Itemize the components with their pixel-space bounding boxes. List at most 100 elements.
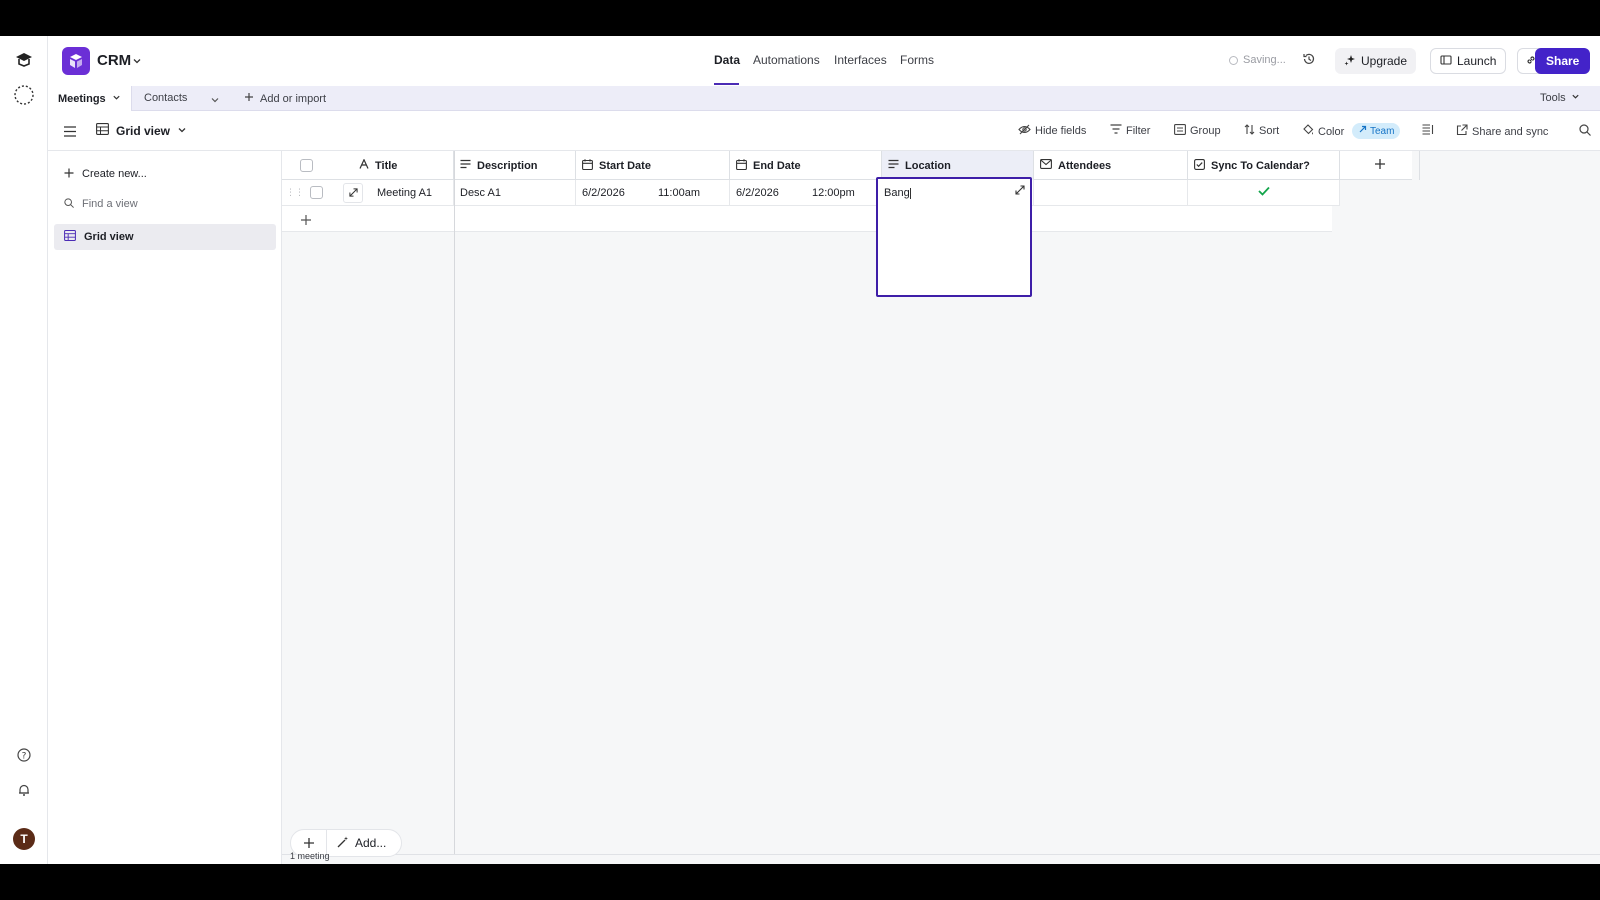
add-with-ai-button[interactable]: Add... [327,836,386,851]
text-cursor [909,187,911,199]
cell-description[interactable]: Desc A1 [454,180,576,206]
launch-button[interactable]: Launch [1430,48,1507,74]
frozen-column-divider [454,151,455,864]
tab-data[interactable]: Data [714,53,740,67]
add-or-import-button[interactable]: Add or import [244,92,326,105]
select-all-checkbox[interactable] [300,159,313,172]
base-name[interactable]: CRM [97,52,131,69]
find-view-input[interactable]: Find a view [54,191,276,217]
color-label: Color [1318,125,1345,138]
table-tabs-bar: Meetings Contacts Add or import Tools [48,86,1600,111]
spinner-icon [1229,55,1238,65]
add-label: Add... [355,836,387,850]
upgrade-button[interactable]: Upgrade [1335,48,1417,74]
column-name: Start Date [599,159,651,172]
start-date-value: 6/2/2026 [582,186,625,199]
location-cell-editor[interactable]: Bang [876,177,1032,297]
filter-label: Filter [1126,124,1151,137]
checkmark-icon[interactable] [1257,186,1270,199]
menu-icon[interactable] [64,124,76,142]
row-height-icon [1422,124,1434,138]
left-rail: ? T [0,36,48,864]
tools-menu-button[interactable]: Tools [1540,92,1580,104]
find-view-placeholder: Find a view [82,198,138,210]
tab-automations[interactable]: Automations [753,53,820,67]
cell-end-date[interactable]: 6/2/2026 12:00pm [730,180,882,206]
sort-icon [1244,124,1255,138]
group-button[interactable]: Group [1174,124,1221,138]
column-header-sync-to-calendar[interactable]: Sync To Calendar? [1188,151,1340,180]
cell-attendees[interactable] [1034,180,1188,206]
text-type-icon [359,158,369,172]
external-share-icon [1456,124,1468,139]
search-icon [64,197,74,211]
row-height-button[interactable] [1422,124,1434,138]
create-view-button[interactable]: Create new... [54,161,276,187]
end-time-value: 12:00pm [812,186,855,199]
table-tab-contacts[interactable]: Contacts [144,92,187,104]
help-icon[interactable]: ? [12,743,36,767]
tab-interfaces[interactable]: Interfaces [834,53,887,67]
table-tab-meetings[interactable]: Meetings [48,86,132,111]
team-plan-badge[interactable]: Team [1352,123,1401,139]
plus-icon [1374,158,1386,173]
home-icon[interactable] [12,48,36,72]
calendar-icon [736,158,747,173]
grid-icon [96,123,109,138]
workspace-icon[interactable] [12,83,36,107]
bell-icon[interactable] [12,778,36,802]
share-and-sync-button[interactable]: Share and sync [1456,124,1548,139]
table-row[interactable]: ⋮⋮ Meeting A1 [282,180,454,206]
column-name: Title [375,159,398,172]
drag-handle-icon[interactable]: ⋮⋮ [286,187,304,198]
team-badge-label: Team [1370,125,1395,137]
view-switcher[interactable]: Grid view [96,123,187,138]
search-icon[interactable] [1579,124,1591,136]
color-button[interactable]: Color [1302,124,1344,139]
column-name: End Date [753,159,801,172]
view-item-grid-view[interactable]: Grid view [54,224,276,250]
column-header-location[interactable]: Location [882,151,1034,180]
group-icon [1174,124,1186,138]
filter-button[interactable]: Filter [1110,124,1150,137]
email-icon [1040,159,1052,172]
hide-fields-button[interactable]: Hide fields [1018,124,1086,138]
sort-label: Sort [1259,125,1280,137]
base-logo-icon[interactable] [62,47,90,75]
record-count: 1 meeting [290,851,330,861]
tab-forms[interactable]: Forms [900,53,934,67]
column-header-description[interactable]: Description [454,151,576,180]
add-field-button[interactable] [1340,151,1420,180]
expand-record-icon[interactable] [343,182,363,203]
row-checkbox[interactable] [310,186,323,199]
expand-icon[interactable] [1015,185,1025,198]
start-time-value: 11:00am [658,186,700,199]
cell-start-date[interactable]: 6/2/2026 11:00am [576,180,730,206]
chevron-down-icon[interactable] [132,53,142,71]
launch-icon [1440,54,1452,69]
cell-title[interactable]: Meeting A1 [377,187,432,199]
filter-icon [1110,124,1122,137]
sort-button[interactable]: Sort [1244,124,1279,138]
avatar[interactable]: T [13,828,35,850]
column-header-title[interactable]: Title [359,158,398,172]
column-header-end-date[interactable]: End Date [730,151,882,180]
summary-bar [282,854,1600,864]
share-button[interactable]: Share [1535,48,1591,74]
eye-slash-icon [1018,124,1031,138]
plus-icon[interactable] [300,213,312,231]
column-header-start-date[interactable]: Start Date [576,151,730,180]
column-header-attendees[interactable]: Attendees [1034,151,1188,180]
column-name: Attendees [1058,159,1112,172]
cell-sync-to-calendar[interactable] [1188,180,1340,206]
rocket-icon [1358,125,1367,137]
add-or-import-label: Add or import [260,92,327,105]
history-icon[interactable] [1302,52,1316,71]
chevron-down-icon[interactable] [210,92,220,110]
grid-header-row: Title Description Start Date End Date Lo… [282,151,1420,180]
chevron-down-icon[interactable] [112,93,121,105]
location-input-text[interactable]: Bang [884,187,910,199]
view-item-label: Grid view [84,231,134,243]
long-text-icon [460,159,471,172]
add-record-row[interactable] [282,206,1332,232]
